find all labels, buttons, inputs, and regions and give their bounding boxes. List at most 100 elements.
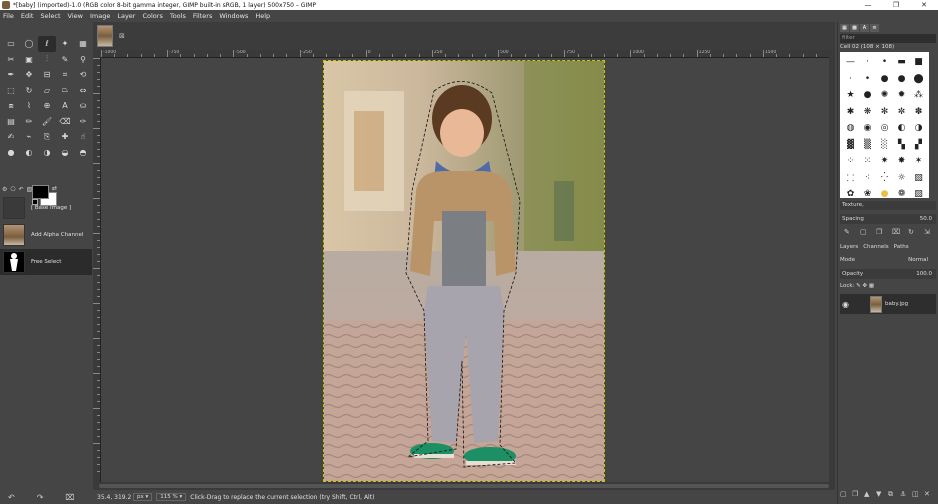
new-layer-icon[interactable]: ❐: [852, 490, 864, 499]
tab-channels[interactable]: Channels: [863, 244, 888, 250]
brush-item[interactable]: ✸: [893, 153, 910, 170]
brush-tag-input[interactable]: Texture,: [840, 201, 936, 210]
close-button[interactable]: ✕: [910, 0, 938, 10]
brush-item[interactable]: ❋: [859, 104, 876, 121]
brush-item[interactable]: —: [842, 54, 859, 71]
menu-select[interactable]: Select: [40, 12, 60, 20]
eraser-icon[interactable]: ⌫: [56, 114, 74, 130]
scissors-icon[interactable]: ✂: [2, 52, 20, 68]
redo-icon[interactable]: ↷: [37, 493, 44, 502]
paintbrush-icon[interactable]: 🖌: [38, 114, 56, 130]
opacity-slider[interactable]: Opacity 100.0: [840, 269, 936, 279]
lower-layer-icon[interactable]: ▼: [876, 490, 888, 499]
brush-item[interactable]: ⸬: [842, 170, 859, 187]
brush-item[interactable]: ✶: [910, 153, 927, 170]
scroll-thumb[interactable]: [99, 484, 829, 488]
brush-item[interactable]: ✱: [842, 104, 859, 121]
brush-item[interactable]: ▚: [893, 137, 910, 154]
gradient-icon[interactable]: ▤: [2, 114, 20, 130]
warp-icon[interactable]: ⌇: [20, 98, 38, 114]
smudge-icon[interactable]: ☝: [74, 129, 92, 145]
undo-icon[interactable]: ↶: [8, 493, 15, 502]
brush-item[interactable]: ■: [910, 54, 927, 71]
ruler-corner[interactable]: [93, 50, 101, 58]
brush-item[interactable]: ☼: [893, 170, 910, 187]
history-item-selected[interactable]: Free Select: [0, 249, 92, 275]
mypaint-brush-icon[interactable]: ⌁: [20, 129, 38, 145]
image-tab-thumbnail[interactable]: [97, 25, 113, 47]
patterns-tab-icon[interactable]: ▩: [850, 24, 859, 32]
clone-icon[interactable]: ⎘: [38, 129, 56, 145]
brush-item[interactable]: ·: [842, 71, 859, 88]
brush-item[interactable]: ◍: [842, 120, 859, 137]
tab-layers[interactable]: Layers: [840, 244, 858, 250]
brush-grid[interactable]: — · • ▬ ■ · • ● ● ⬤ ★ ● ✺ ✹ ⁂ ✱ ❋ ✻ ✼ ✽ …: [840, 52, 929, 199]
brush-item[interactable]: ✻: [876, 104, 893, 121]
fonts-tab-icon[interactable]: A: [860, 24, 869, 32]
duplicate-layer-icon[interactable]: ⧉: [888, 490, 900, 499]
foreground-color[interactable]: [32, 185, 49, 199]
vertical-ruler[interactable]: [93, 58, 101, 482]
crop-icon[interactable]: ⌗: [56, 67, 74, 83]
dodge-burn-icon[interactable]: ●: [2, 145, 20, 161]
brush-item[interactable]: ◑: [910, 120, 927, 137]
tab-close-icon[interactable]: ⊠: [119, 32, 125, 40]
minimize-button[interactable]: —: [854, 0, 882, 10]
measure-icon[interactable]: ⊟: [38, 67, 56, 83]
align-icon[interactable]: ⫶: [38, 52, 56, 68]
brush-item[interactable]: ⁙: [859, 153, 876, 170]
refresh-brushes-icon[interactable]: ↻: [908, 228, 924, 236]
image-photo[interactable]: [323, 60, 605, 482]
spacing-slider[interactable]: Spacing 50.0: [840, 214, 936, 224]
menu-windows[interactable]: Windows: [219, 12, 248, 20]
mask-layer-icon[interactable]: ◫: [912, 490, 924, 499]
document-history-tab-icon[interactable]: ≡: [870, 24, 879, 32]
undo-history-tab-icon[interactable]: ↶: [19, 186, 24, 193]
tab-paths[interactable]: Paths: [894, 244, 909, 250]
menu-help[interactable]: Help: [255, 12, 270, 20]
rect-select-icon[interactable]: ▭: [2, 36, 20, 52]
brush-item[interactable]: ✷: [876, 153, 893, 170]
brush-item[interactable]: ◉: [859, 120, 876, 137]
free-select-icon[interactable]: ℓ: [38, 36, 56, 52]
ellipse-select-icon[interactable]: ◯: [20, 36, 38, 52]
perspective-clone-icon[interactable]: ◒: [56, 145, 74, 161]
menu-view[interactable]: View: [68, 12, 83, 20]
menu-tools[interactable]: Tools: [170, 12, 186, 20]
brush-item[interactable]: ✹: [893, 87, 910, 104]
tool-options-tab-icon[interactable]: ⚙: [2, 186, 7, 193]
brush-item[interactable]: ●: [876, 71, 893, 88]
heal-icon[interactable]: ✚: [56, 129, 74, 145]
convolve-icon[interactable]: ◑: [38, 145, 56, 161]
lock-position-icon[interactable]: ✥: [863, 283, 868, 289]
new-layer-group-icon[interactable]: ▢: [840, 490, 852, 499]
maximize-button[interactable]: ❐: [882, 0, 910, 10]
layer-row[interactable]: ◉ baby.jpg: [840, 294, 936, 314]
brush-item[interactable]: ⁘: [842, 153, 859, 170]
text-icon[interactable]: A: [56, 98, 74, 114]
brush-item[interactable]: ✼: [893, 104, 910, 121]
shear-icon[interactable]: ▱: [38, 83, 56, 99]
unit-select[interactable]: px ▾: [133, 493, 153, 501]
delete-brush-icon[interactable]: ⌧: [892, 228, 908, 236]
visibility-eye-icon[interactable]: ◉: [842, 300, 854, 309]
raise-layer-icon[interactable]: ▲: [864, 490, 876, 499]
blur-icon[interactable]: ◐: [20, 145, 38, 161]
brushes-tab-icon[interactable]: ▦: [840, 24, 849, 32]
canvas-area[interactable]: [101, 58, 829, 482]
layer-mode[interactable]: Mode Normal: [840, 255, 936, 265]
delete-layer-icon[interactable]: ✕: [924, 490, 936, 499]
brush-item[interactable]: ·: [859, 54, 876, 71]
brush-item[interactable]: ⁂: [910, 87, 927, 104]
pencil-icon[interactable]: ✏: [20, 114, 38, 130]
brush-item[interactable]: ✺: [876, 87, 893, 104]
sharpen-icon[interactable]: ◓: [74, 145, 92, 161]
color-select-icon[interactable]: ▦: [74, 36, 92, 52]
edit-brush-icon[interactable]: ✎: [844, 228, 860, 236]
brush-item[interactable]: ●: [893, 71, 910, 88]
menu-file[interactable]: File: [3, 12, 14, 20]
duplicate-brush-icon[interactable]: ❐: [876, 228, 892, 236]
brush-item[interactable]: ◎: [876, 120, 893, 137]
brush-item[interactable]: ▒: [859, 137, 876, 154]
brush-item[interactable]: •: [859, 71, 876, 88]
